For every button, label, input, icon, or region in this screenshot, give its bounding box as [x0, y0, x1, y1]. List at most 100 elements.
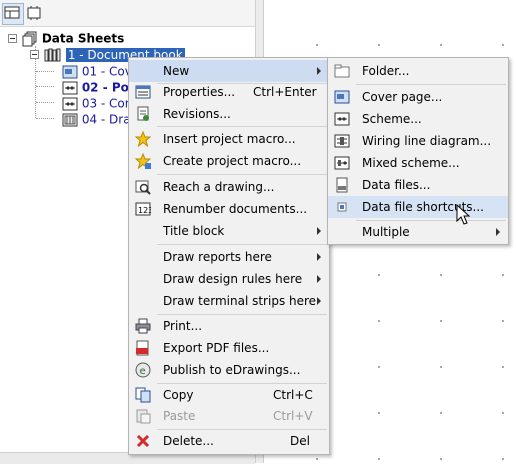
shortcut-label: Ctrl+C: [273, 388, 313, 402]
menu-item-label: Multiple: [362, 225, 410, 239]
cover-page-icon: [62, 65, 78, 78]
submenu-arrow-icon: [317, 253, 321, 261]
magnifier-drawing-icon: [135, 180, 151, 195]
svg-text:123: 123: [138, 206, 151, 215]
folder-icon: [334, 64, 350, 78]
star-add-icon: [135, 153, 151, 169]
components-tab-button[interactable]: [24, 3, 46, 25]
menu-separator: [157, 126, 327, 127]
submenu-arrow-icon: [317, 297, 321, 305]
menu-item-draw-terminal-strips[interactable]: Draw terminal strips here: [129, 290, 329, 312]
wiring-diagram-icon: [334, 134, 350, 148]
menu-item-label: Scheme...: [362, 112, 422, 126]
menu-item-label: Mixed scheme...: [362, 156, 460, 170]
menu-item-copy[interactable]: Copy Ctrl+C: [129, 384, 329, 406]
menu-item-label: Copy: [163, 388, 194, 402]
menu-item-label: Draw reports here: [163, 250, 272, 264]
menu-item-label: Reach a drawing...: [163, 180, 275, 194]
submenu-item-folder[interactable]: Folder...: [328, 60, 508, 82]
menu-separator: [157, 244, 327, 245]
menu-item-create-project-macro[interactable]: Create project macro...: [129, 150, 329, 172]
tree-connector: [36, 86, 54, 87]
menu-item-print[interactable]: Print...: [129, 315, 329, 337]
data-file-icon: [336, 177, 348, 193]
submenu-item-data-files[interactable]: Data files...: [328, 174, 508, 196]
menu-item-delete[interactable]: Delete... Del: [129, 430, 329, 452]
star-icon: [135, 131, 151, 147]
renumber-icon: 123: [135, 202, 151, 216]
menu-item-label: Draw design rules here: [163, 272, 303, 286]
menu-item-label: Wiring line diagram...: [362, 134, 492, 148]
tree-root-data-sheets[interactable]: Data Sheets: [22, 30, 124, 46]
menu-item-label: Properties...: [163, 85, 236, 99]
menu-separator: [157, 174, 327, 175]
shortcut-file-icon: [337, 202, 347, 212]
menu-item-draw-design-rules[interactable]: Draw design rules here: [129, 268, 329, 290]
copy-icon: [135, 387, 151, 403]
menu-item-revisions[interactable]: Revisions...: [129, 103, 329, 125]
submenu-item-mixed-scheme[interactable]: Mixed scheme...: [328, 152, 508, 174]
new-submenu: Folder... Cover page... Scheme... Wiring…: [327, 57, 509, 245]
menu-item-label: Renumber documents...: [163, 202, 308, 216]
collapse-root-toggle[interactable]: [8, 34, 17, 43]
menu-item-label: Publish to eDrawings...: [163, 363, 301, 377]
mouse-pointer-icon: [456, 204, 470, 225]
submenu-item-scheme[interactable]: Scheme...: [328, 108, 508, 130]
menu-item-new[interactable]: New: [129, 60, 329, 82]
menu-item-label: Delete...: [163, 434, 214, 448]
submenu-arrow-icon: [317, 227, 321, 235]
submenu-item-wiring-line-diagram[interactable]: Wiring line diagram...: [328, 130, 508, 152]
menu-item-insert-project-macro[interactable]: Insert project macro...: [129, 128, 329, 150]
submenu-arrow-icon: [496, 228, 500, 236]
collapse-book-toggle[interactable]: [30, 50, 39, 59]
menu-item-label: Create project macro...: [163, 154, 302, 168]
mixed-scheme-icon: [334, 156, 350, 170]
documents-tab-icon: [4, 6, 20, 19]
menu-item-label: Folder...: [362, 64, 410, 78]
tree-root-label: Data Sheets: [41, 31, 125, 46]
menu-item-properties[interactable]: Properties... Ctrl+Enter: [129, 81, 329, 103]
paste-icon: [136, 409, 151, 424]
menu-item-publish-edrawings[interactable]: e Publish to eDrawings...: [129, 359, 329, 381]
submenu-item-multiple[interactable]: Multiple: [328, 221, 508, 243]
svg-text:e: e: [140, 366, 146, 377]
book-icon: [44, 48, 61, 61]
edrawings-icon: e: [135, 362, 151, 378]
tree-pane-toolbar: [0, 0, 255, 27]
documents-tab-button[interactable]: [2, 3, 24, 25]
shortcut-label: Del: [290, 434, 310, 448]
menu-item-label: Cover page...: [362, 90, 443, 104]
scheme-icon: [62, 81, 78, 94]
revisions-icon: [137, 106, 149, 121]
cover-page-icon: [334, 90, 350, 104]
submenu-arrow-icon: [317, 275, 321, 283]
menu-item-title-block[interactable]: Title block: [129, 220, 329, 242]
components-tab-icon: [27, 6, 41, 20]
submenu-item-cover-page[interactable]: Cover page...: [328, 86, 508, 108]
menu-item-label: Insert project macro...: [163, 132, 296, 146]
properties-icon: [135, 85, 151, 99]
tree-connector: [36, 71, 54, 72]
menu-item-paste[interactable]: Paste Ctrl+V: [129, 405, 329, 427]
shortcut-label: Ctrl+Enter: [253, 85, 317, 99]
menu-item-label: Draw terminal strips here: [163, 294, 317, 308]
tree-connector: [36, 118, 54, 119]
drawing-icon: [62, 113, 78, 126]
menu-item-label: Export PDF files...: [163, 341, 270, 355]
tree-document-item[interactable]: 03 - Cont: [62, 95, 137, 111]
menu-item-export-pdf[interactable]: Export PDF files...: [129, 337, 329, 359]
menu-item-label: Paste: [163, 409, 196, 423]
menu-item-draw-reports[interactable]: Draw reports here: [129, 246, 329, 268]
menu-item-label: New: [163, 64, 190, 78]
menu-item-reach-drawing[interactable]: Reach a drawing...: [129, 176, 329, 198]
submenu-item-data-file-shortcuts[interactable]: Data file shortcuts...: [328, 196, 508, 218]
menu-item-label: Print...: [163, 319, 203, 333]
delete-x-icon: [136, 434, 150, 448]
scheme-icon: [62, 97, 78, 110]
menu-item-renumber-documents[interactable]: 123 Renumber documents...: [129, 198, 329, 220]
menu-separator: [356, 84, 506, 85]
pdf-icon: [136, 340, 149, 356]
stacked-sheets-icon: [22, 31, 37, 46]
printer-icon: [135, 318, 151, 334]
tree-connector: [36, 102, 54, 103]
